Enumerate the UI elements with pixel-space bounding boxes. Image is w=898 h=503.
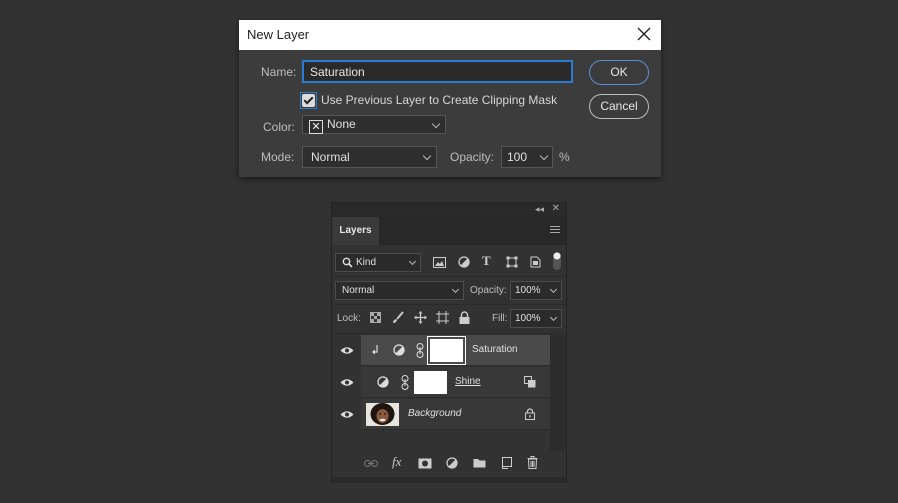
opacity-label: Opacity:: [470, 285, 507, 296]
type-filter-icon[interactable]: T: [482, 253, 491, 269]
shape-filter-icon[interactable]: [506, 256, 518, 268]
layer-mask-thumbnail[interactable]: [427, 336, 466, 365]
layer-opacity-input[interactable]: 100%: [510, 281, 562, 300]
background-photo-thumbnail[interactable]: [366, 403, 399, 426]
opacity-label: Opacity:: [450, 150, 495, 164]
folder-icon[interactable]: [473, 458, 486, 468]
layer-name-input[interactable]: [302, 60, 573, 83]
new-layer-dialog: New Layer Name: Use Previous Layer to Cr…: [239, 20, 661, 177]
adjustment-filter-icon[interactable]: [458, 256, 470, 268]
color-select[interactable]: ✕ None: [302, 115, 446, 134]
lock-brush-icon[interactable]: [392, 311, 404, 324]
clipping-mask-checkbox[interactable]: [300, 92, 317, 109]
fill-input[interactable]: 100%: [510, 309, 562, 328]
fill-value: 100%: [515, 313, 541, 324]
fx-icon[interactable]: fx: [392, 454, 401, 470]
link-icon[interactable]: [416, 343, 424, 358]
eye-icon[interactable]: [340, 410, 354, 419]
layer-name[interactable]: Background: [408, 408, 461, 419]
layer-row-shine[interactable]: Shine: [332, 367, 550, 398]
layers-panel: ◂◂ ✕ Layers Kind T Normal Opacity: 100%: [331, 202, 567, 483]
lock-all-icon[interactable]: [459, 311, 470, 324]
mode-select[interactable]: Normal: [302, 146, 437, 168]
checkmark-icon: [302, 94, 315, 107]
filter-kind-value: Kind: [356, 257, 377, 268]
layer-mask-thumbnail[interactable]: [414, 371, 447, 394]
layer-name[interactable]: Shine: [455, 376, 481, 387]
adjustment-layer-icon[interactable]: [446, 457, 459, 470]
lock-label: Lock:: [337, 313, 361, 324]
search-icon: [342, 257, 353, 268]
panel-resize-grip[interactable]: [332, 477, 566, 483]
layer-row-background[interactable]: Background: [332, 399, 550, 430]
panel-menu-icon[interactable]: [550, 226, 560, 235]
ok-button[interactable]: OK: [589, 60, 649, 85]
layer-style-icon[interactable]: [524, 376, 536, 388]
fill-label: Fill:: [492, 313, 508, 324]
mode-label: Mode:: [261, 150, 295, 164]
name-label: Name:: [261, 65, 297, 79]
blend-mode-value: Normal: [342, 285, 375, 296]
chevron-down-icon: [431, 119, 441, 129]
new-layer-icon[interactable]: [500, 457, 512, 469]
link-layers-icon[interactable]: [364, 459, 378, 468]
color-label: Color:: [263, 120, 296, 134]
panel-tabbar: Layers: [332, 217, 566, 245]
dialog-title: New Layer: [247, 27, 310, 42]
layers-scrollbar[interactable]: [550, 335, 566, 459]
cancel-button[interactable]: Cancel: [589, 94, 649, 119]
smart-object-filter-icon[interactable]: [530, 256, 541, 268]
clipping-arrow-icon: [372, 345, 378, 355]
lock-move-icon[interactable]: [414, 311, 427, 324]
close-icon[interactable]: ✕: [552, 203, 560, 214]
trash-icon[interactable]: [527, 456, 538, 469]
layer-name[interactable]: Saturation: [472, 344, 518, 355]
link-icon[interactable]: [401, 375, 409, 390]
layer-row-saturation[interactable]: Saturation: [332, 335, 550, 366]
tab-layers[interactable]: Layers: [332, 217, 379, 245]
collapse-icon[interactable]: ◂◂: [535, 204, 544, 215]
lock-icon[interactable]: [525, 408, 535, 420]
lock-transparent-icon[interactable]: [370, 312, 381, 323]
chevron-down-icon: [408, 257, 417, 266]
opacity-value: 100: [507, 150, 528, 164]
filter-toggle-switch[interactable]: [552, 251, 562, 271]
chevron-down-icon[interactable]: [549, 285, 558, 294]
clipping-mask-label[interactable]: Use Previous Layer to Create Clipping Ma…: [321, 93, 557, 107]
adjustment-layer-icon: [393, 344, 405, 356]
color-value: None: [327, 117, 356, 131]
lock-artboard-icon[interactable]: [436, 311, 449, 324]
add-mask-icon[interactable]: [418, 458, 432, 469]
layer-opacity-value: 100%: [515, 285, 541, 296]
chevron-down-icon[interactable]: [549, 313, 558, 322]
chevron-down-icon[interactable]: [539, 151, 549, 161]
pixel-filter-icon[interactable]: [433, 257, 446, 268]
opacity-input[interactable]: 100: [501, 146, 553, 168]
filter-kind-select[interactable]: Kind: [335, 253, 421, 272]
none-color-icon: ✕: [309, 120, 323, 134]
chevron-down-icon: [451, 285, 460, 294]
eye-icon[interactable]: [340, 346, 354, 355]
adjustment-layer-icon: [377, 376, 389, 388]
layers-bottom-toolbar: fx: [332, 451, 566, 477]
chevron-down-icon: [422, 151, 432, 161]
dialog-titlebar[interactable]: New Layer: [239, 20, 661, 50]
close-icon[interactable]: [635, 25, 653, 43]
blend-mode-select[interactable]: Normal: [335, 281, 464, 300]
eye-icon[interactable]: [340, 378, 354, 387]
panel-header: ◂◂ ✕: [332, 203, 566, 217]
opacity-unit: %: [559, 150, 570, 164]
mode-value: Normal: [311, 150, 350, 164]
